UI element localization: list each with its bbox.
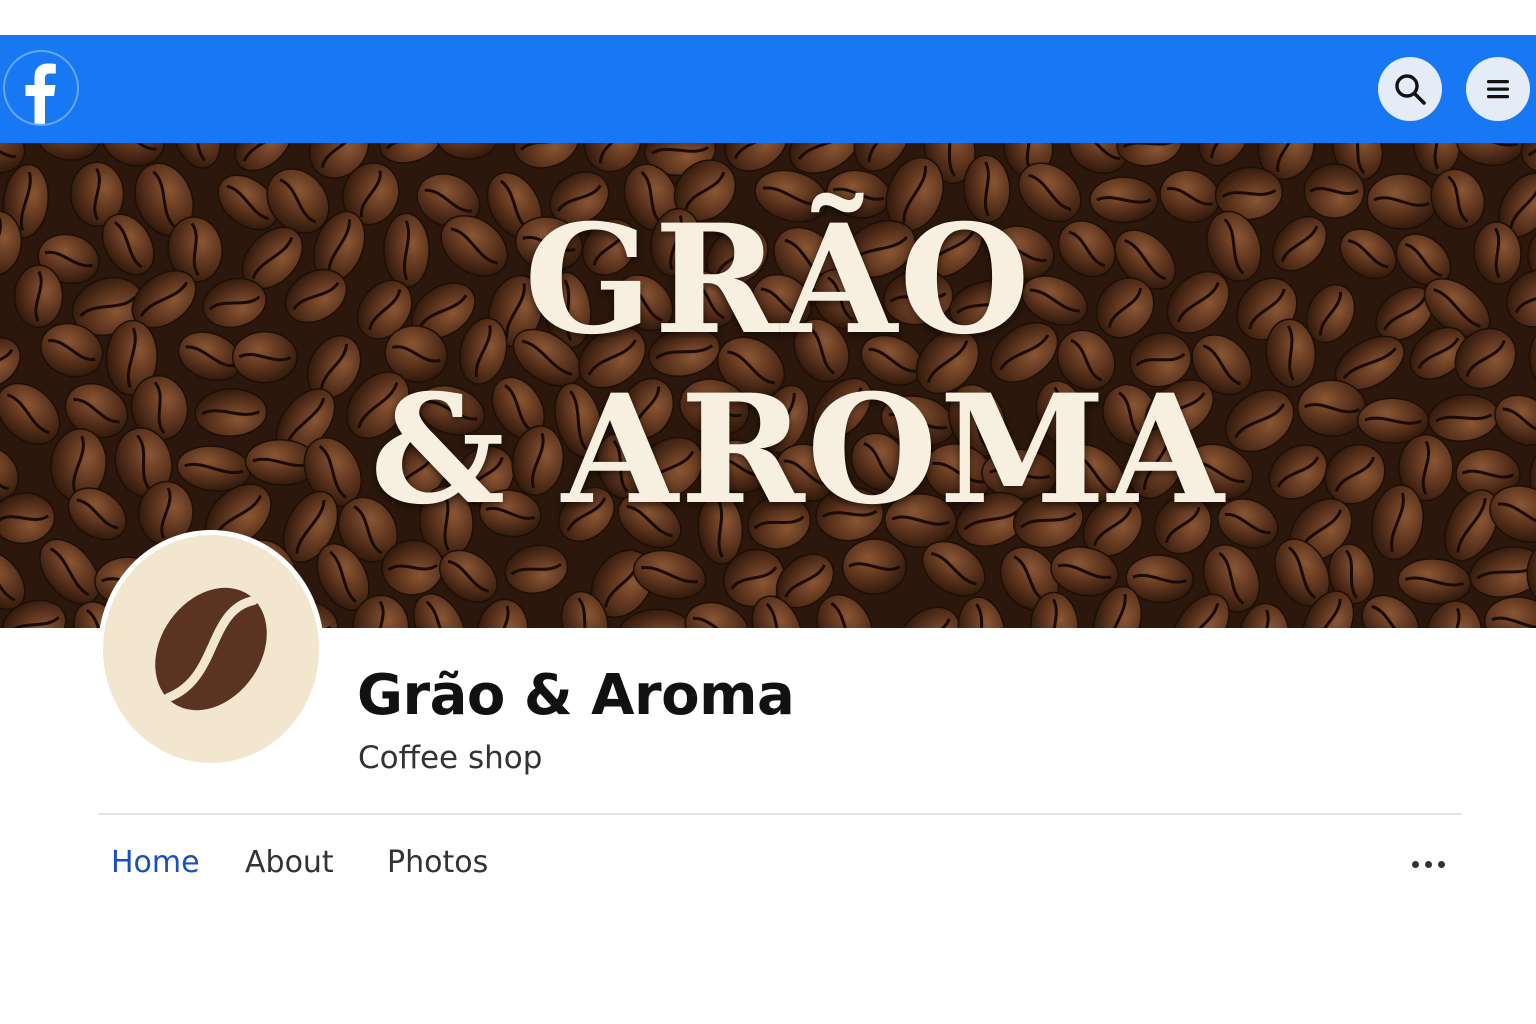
divider — [98, 813, 1462, 815]
search-icon — [1395, 74, 1426, 105]
facebook-logo-icon[interactable] — [5, 52, 77, 124]
search-button[interactable] — [1378, 57, 1442, 121]
coffee-bean — [841, 538, 907, 595]
facebook-page: GRÃO & AROMA Grão & Aroma Coffee shop Ho… — [0, 0, 1536, 1024]
tab-about[interactable]: About — [245, 845, 334, 880]
more-options-button[interactable] — [1404, 850, 1452, 878]
more-dots-icon — [1437, 860, 1445, 868]
more-dots-icon — [1411, 860, 1419, 868]
page-title: Grão & Aroma — [357, 663, 795, 728]
avatar[interactable] — [98, 530, 324, 768]
tab-photos[interactable]: Photos — [387, 845, 488, 880]
page-category: Coffee shop — [358, 740, 543, 776]
top-navigation-bar — [0, 35, 1536, 143]
tab-home[interactable]: Home — [111, 845, 200, 880]
avatar-background — [103, 535, 319, 763]
menu-button[interactable] — [1466, 57, 1530, 121]
coffee-bean-icon — [155, 587, 267, 711]
more-dots-icon — [1424, 860, 1432, 868]
hamburger-menu-icon — [1487, 80, 1509, 99]
cover-title-line-1: GRÃO — [524, 192, 1032, 368]
cover-title-line-2: & AROMA — [370, 362, 1226, 538]
